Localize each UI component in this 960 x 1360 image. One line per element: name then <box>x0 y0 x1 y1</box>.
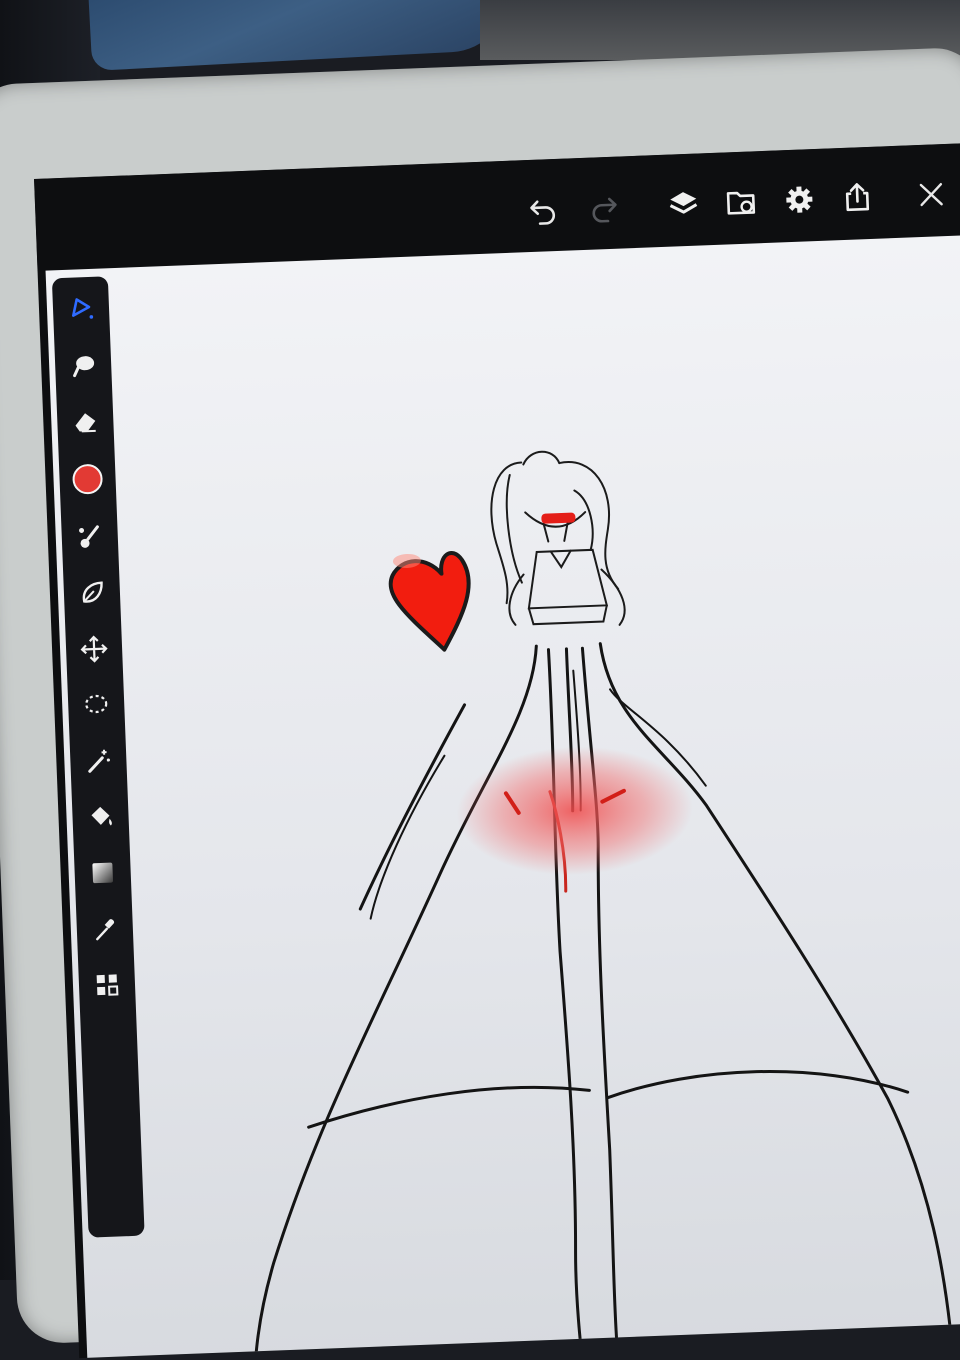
eraser-icon <box>75 413 96 433</box>
tool-brush-settings[interactable] <box>69 516 111 558</box>
leaf-icon <box>82 581 103 603</box>
color-swatch-icon <box>72 463 104 495</box>
fabric-background <box>88 0 512 71</box>
move-icon <box>80 635 108 663</box>
lasso-icon <box>85 694 108 714</box>
tool-eraser[interactable] <box>65 400 107 442</box>
brush-icon <box>79 525 99 548</box>
export-button[interactable] <box>837 177 879 219</box>
tool-pen[interactable] <box>60 287 102 329</box>
layers-button[interactable] <box>663 183 705 225</box>
folder-icon <box>726 191 756 215</box>
tool-color[interactable] <box>67 458 109 500</box>
redo-icon <box>592 197 617 223</box>
settings-button[interactable] <box>779 179 821 221</box>
tool-eyedropper[interactable] <box>84 908 126 950</box>
layers-icon <box>669 192 698 214</box>
canvas-drawing <box>254 450 953 1359</box>
tool-smudge[interactable] <box>62 345 104 387</box>
heart-drawing <box>388 551 471 652</box>
paint-bucket-icon <box>91 806 112 826</box>
magic-wand-icon <box>88 749 110 773</box>
grid-icon <box>96 974 119 996</box>
gallery-button[interactable] <box>721 181 763 223</box>
app-screen <box>34 142 960 1359</box>
smudge-icon <box>73 356 95 378</box>
blush-glow <box>456 746 693 875</box>
close-icon <box>919 183 943 207</box>
eyedropper-icon <box>96 919 115 941</box>
share-icon <box>845 183 870 212</box>
tool-fill[interactable] <box>80 796 122 838</box>
tablet-device <box>0 46 960 1359</box>
tool-liquify[interactable] <box>71 572 113 614</box>
tool-lasso[interactable] <box>75 684 117 726</box>
tool-transform[interactable] <box>73 628 115 670</box>
undo-icon <box>530 200 556 225</box>
tool-more[interactable] <box>86 964 128 1006</box>
tool-magic-wand[interactable] <box>78 740 120 782</box>
tool-gradient[interactable] <box>82 852 124 894</box>
character-blush <box>541 512 576 524</box>
close-button[interactable] <box>911 174 953 216</box>
undo-button[interactable] <box>523 189 565 231</box>
drawing-canvas[interactable] <box>45 234 960 1359</box>
pen-icon <box>71 298 94 319</box>
gear-icon <box>786 186 813 213</box>
linework <box>254 642 953 1359</box>
redo-button[interactable] <box>583 186 625 228</box>
gradient-icon <box>92 862 114 884</box>
character-sketch <box>490 450 626 626</box>
